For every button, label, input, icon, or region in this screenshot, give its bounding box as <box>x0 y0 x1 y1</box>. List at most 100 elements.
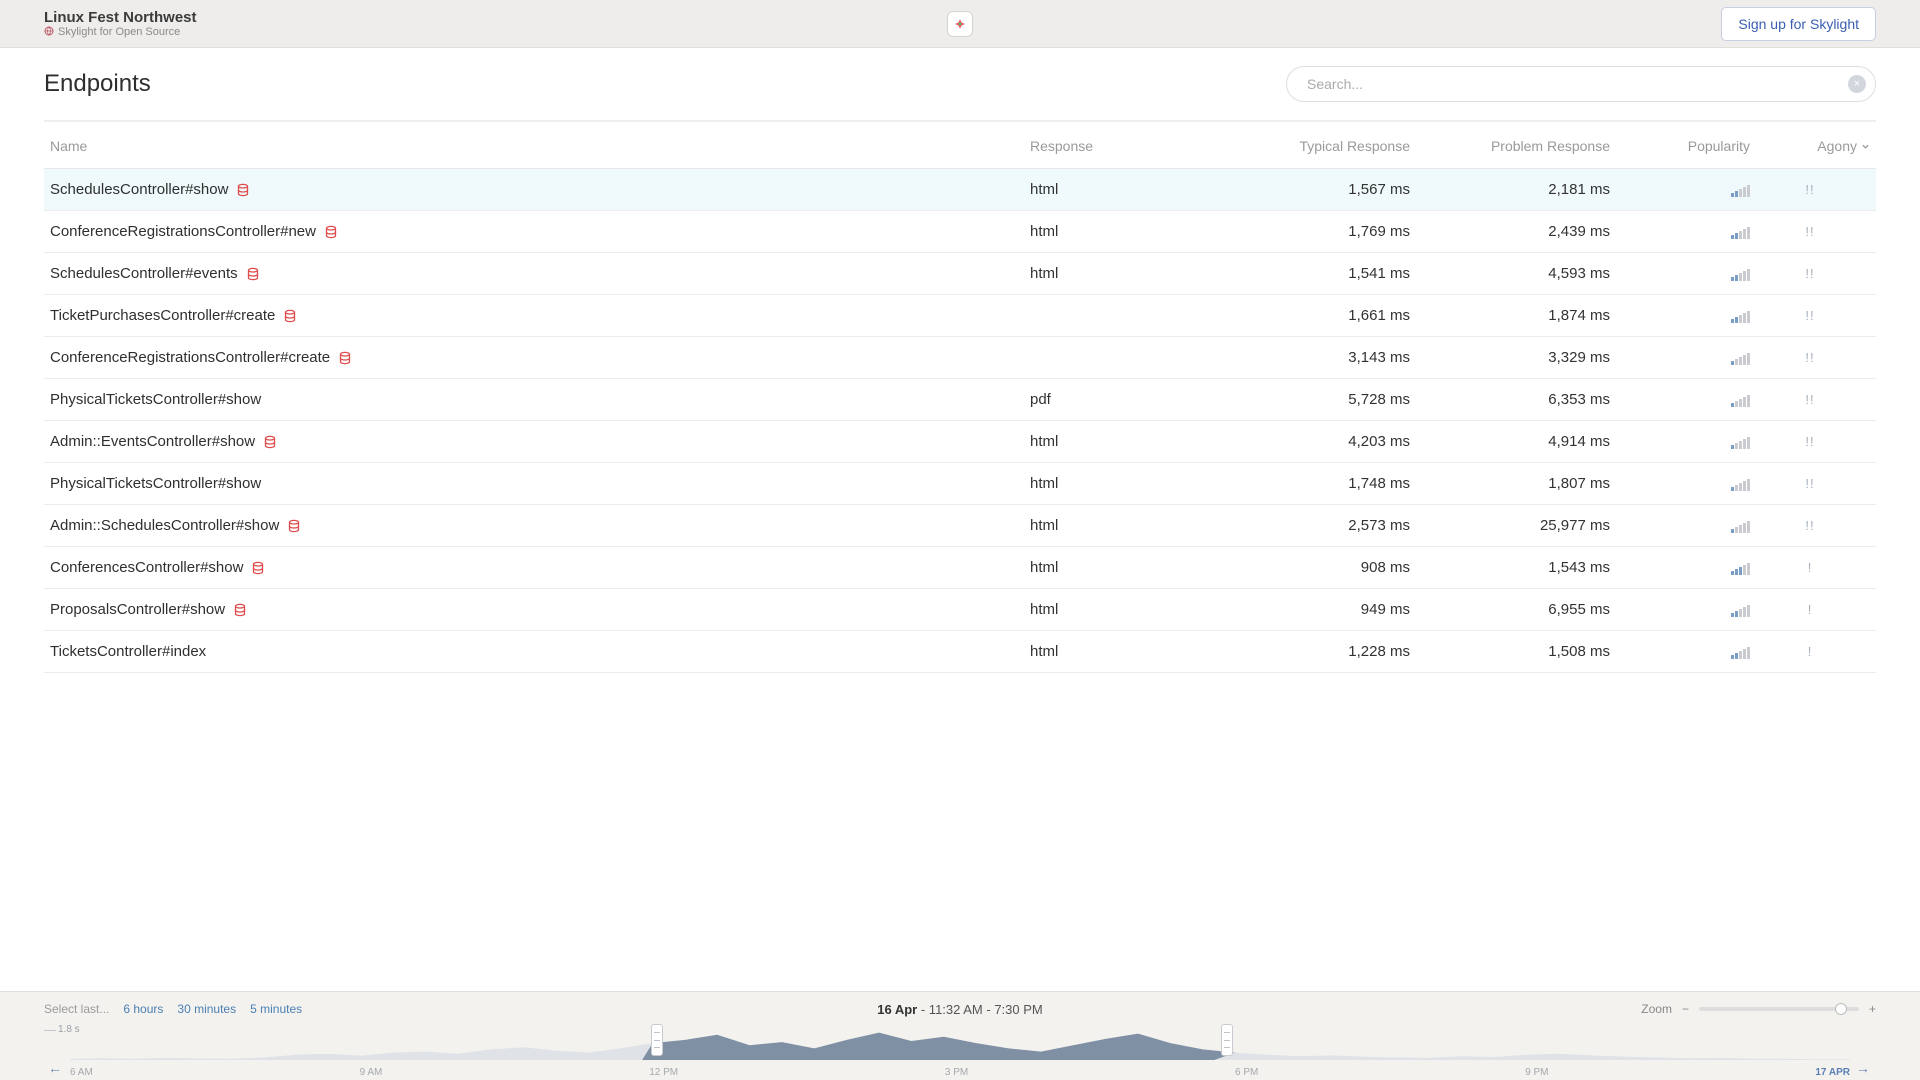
endpoint-name: Admin::EventsController#show <box>50 433 1030 450</box>
table-row[interactable]: Admin::SchedulesController#showhtml2,573… <box>44 505 1876 547</box>
range-handle-left[interactable] <box>651 1024 663 1056</box>
agony-value: !! <box>1750 182 1870 197</box>
col-name[interactable]: Name <box>50 138 1030 154</box>
col-popularity[interactable]: Popularity <box>1610 138 1750 154</box>
zoom-label: Zoom <box>1641 1002 1672 1016</box>
database-icon <box>263 435 277 449</box>
response-type: html <box>1030 643 1210 660</box>
col-typical[interactable]: Typical Response <box>1210 138 1410 154</box>
typical-response: 3,143 ms <box>1210 349 1410 366</box>
endpoint-name-text: TicketPurchasesController#create <box>50 307 275 324</box>
typical-response: 4,203 ms <box>1210 433 1410 450</box>
endpoint-name: TicketsController#index <box>50 643 1030 660</box>
problem-response: 3,329 ms <box>1410 349 1610 366</box>
search-input[interactable] <box>1286 66 1876 102</box>
agony-value: ! <box>1750 560 1870 575</box>
table-row[interactable]: TicketPurchasesController#create 1,661 ms… <box>44 295 1876 337</box>
endpoint-name-text: PhysicalTicketsController#show <box>50 391 261 408</box>
endpoint-name: TicketPurchasesController#create <box>50 307 1030 324</box>
skylight-logo-icon <box>947 11 973 37</box>
endpoint-name: PhysicalTicketsController#show <box>50 391 1030 408</box>
problem-response: 25,977 ms <box>1410 517 1610 534</box>
col-response[interactable]: Response <box>1030 138 1210 154</box>
database-icon <box>251 561 265 575</box>
typical-response: 1,748 ms <box>1210 475 1410 492</box>
table-row[interactable]: SchedulesController#eventshtml1,541 ms4,… <box>44 253 1876 295</box>
zoom-slider[interactable] <box>1699 1007 1859 1011</box>
agony-value: ! <box>1750 602 1870 617</box>
database-icon <box>287 519 301 533</box>
app-header: Linux Fest Northwest Skylight for Open S… <box>0 0 1920 48</box>
typical-response: 1,769 ms <box>1210 223 1410 240</box>
table-row[interactable]: PhysicalTicketsController#showpdf5,728 m… <box>44 379 1876 421</box>
problem-response: 4,914 ms <box>1410 433 1610 450</box>
signup-button[interactable]: Sign up for Skylight <box>1721 7 1876 41</box>
select-last-label: Select last... <box>44 1002 109 1016</box>
typical-response: 908 ms <box>1210 559 1410 576</box>
agony-value: !! <box>1750 392 1870 407</box>
footer: Select last... 6 hours 30 minutes 5 minu… <box>0 991 1920 1080</box>
popularity-bars <box>1610 518 1750 533</box>
table-row[interactable]: Admin::EventsController#showhtml4,203 ms… <box>44 421 1876 463</box>
response-type: html <box>1030 265 1210 282</box>
zoom-knob[interactable] <box>1835 1003 1847 1015</box>
table-body: SchedulesController#showhtml1,567 ms2,18… <box>44 169 1876 673</box>
typical-response: 1,567 ms <box>1210 181 1410 198</box>
table-row[interactable]: ConferenceRegistrationsController#newhtm… <box>44 211 1876 253</box>
table-row[interactable]: SchedulesController#showhtml1,567 ms2,18… <box>44 169 1876 211</box>
page-title: Endpoints <box>44 70 151 98</box>
timeline-tick: 3 PM <box>945 1067 968 1078</box>
endpoint-name-text: ConferenceRegistrationsController#create <box>50 349 330 366</box>
endpoint-name-text: SchedulesController#show <box>50 181 228 198</box>
problem-response: 1,508 ms <box>1410 643 1610 660</box>
col-agony[interactable]: Agony <box>1750 138 1870 154</box>
zoom-out-icon[interactable]: − <box>1682 1002 1689 1016</box>
agony-value: !! <box>1750 266 1870 281</box>
agony-value: ! <box>1750 644 1870 659</box>
range-6h[interactable]: 6 hours <box>123 1002 163 1016</box>
sparkline <box>70 1022 1850 1060</box>
endpoint-name: PhysicalTicketsController#show <box>50 475 1030 492</box>
timeline-next-icon[interactable]: → <box>1856 1060 1872 1076</box>
timeline-tick: 9 PM <box>1525 1067 1548 1078</box>
table-row[interactable]: ConferencesController#showhtml908 ms1,54… <box>44 547 1876 589</box>
problem-response: 6,353 ms <box>1410 391 1610 408</box>
timeline[interactable]: 1.8 s ← → 6 AM9 AM12 PM3 PM6 PM9 PM17 AP… <box>44 1022 1876 1080</box>
timeline-tick: 12 PM <box>649 1067 678 1078</box>
table-header: Name Response Typical Response Problem R… <box>44 120 1876 169</box>
problem-response: 6,955 ms <box>1410 601 1610 618</box>
typical-response: 1,228 ms <box>1210 643 1410 660</box>
col-agony-label: Agony <box>1817 138 1857 154</box>
table-row[interactable]: ConferenceRegistrationsController#create… <box>44 337 1876 379</box>
range-handle-right[interactable] <box>1221 1024 1233 1056</box>
problem-response: 1,807 ms <box>1410 475 1610 492</box>
popularity-bars <box>1610 182 1750 197</box>
problem-response: 1,543 ms <box>1410 559 1610 576</box>
endpoint-name: Admin::SchedulesController#show <box>50 517 1030 534</box>
popularity-bars <box>1610 476 1750 491</box>
typical-response: 5,728 ms <box>1210 391 1410 408</box>
table-row[interactable]: PhysicalTicketsController#showhtml1,748 … <box>44 463 1876 505</box>
timeline-tick: 17 APR <box>1815 1067 1850 1078</box>
problem-response: 4,593 ms <box>1410 265 1610 282</box>
database-icon <box>236 183 250 197</box>
timeline-prev-icon[interactable]: ← <box>48 1060 64 1076</box>
app-subtitle: Skylight for Open Source <box>44 26 197 39</box>
search-wrap: × <box>1286 66 1876 102</box>
typical-response: 1,661 ms <box>1210 307 1410 324</box>
table-row[interactable]: TicketsController#indexhtml1,228 ms1,508… <box>44 631 1876 673</box>
endpoint-name: ConferenceRegistrationsController#new <box>50 223 1030 240</box>
agony-value: !! <box>1750 476 1870 491</box>
range-5m[interactable]: 5 minutes <box>250 1002 302 1016</box>
range-30m[interactable]: 30 minutes <box>177 1002 236 1016</box>
search-clear-icon[interactable]: × <box>1848 75 1866 93</box>
popularity-bars <box>1610 350 1750 365</box>
selected-range-label: 16 Apr - 11:32 AM - 7:30 PM <box>877 1002 1042 1017</box>
table-row[interactable]: ProposalsController#showhtml949 ms6,955 … <box>44 589 1876 631</box>
zoom-in-icon[interactable]: + <box>1869 1002 1876 1016</box>
timeline-ticks: 6 AM9 AM12 PM3 PM6 PM9 PM17 APR <box>70 1067 1850 1078</box>
popularity-bars <box>1610 560 1750 575</box>
col-problem[interactable]: Problem Response <box>1410 138 1610 154</box>
logo[interactable] <box>947 11 973 37</box>
database-icon <box>324 225 338 239</box>
